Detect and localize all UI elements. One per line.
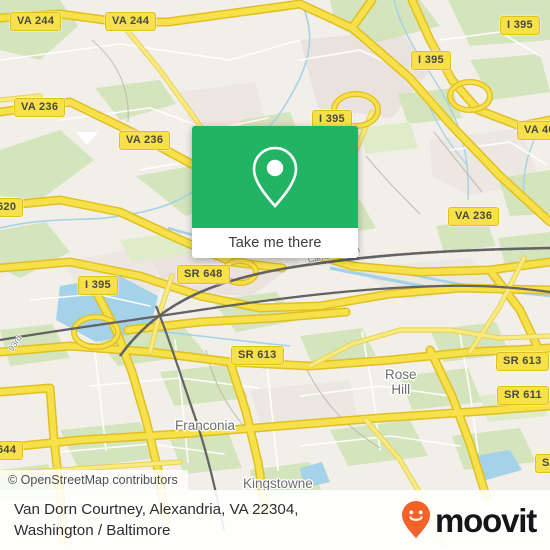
osm-attribution[interactable]: © OpenStreetMap contributors [0, 470, 188, 491]
road-shield[interactable]: VA 236 [14, 98, 66, 117]
road-shield[interactable]: 644 [0, 441, 24, 460]
place-label-rose-hill: Rose Hill [385, 367, 417, 397]
map-screenshot: .gr{fill:#cfe3b5} .grl{fill:#dfecca} .wt… [0, 0, 550, 550]
road-shield[interactable]: VA 244 [10, 12, 62, 31]
road-shield[interactable]: 620 [0, 198, 24, 217]
caption-line-1: Van Dorn Courtney, Alexandria, VA 22304, [14, 500, 299, 518]
moovit-logo[interactable]: moovit [401, 500, 537, 540]
road-shield[interactable]: VA 402 [517, 121, 550, 140]
popup-action-bar[interactable]: Take me there [192, 228, 358, 258]
map-pin-icon [252, 146, 298, 208]
caption-bar: Van Dorn Courtney, Alexandria, VA 22304,… [0, 490, 550, 550]
road-shield[interactable]: VA 244 [105, 12, 157, 31]
road-shield[interactable]: I 395 [411, 51, 451, 70]
road-shield[interactable]: SR 613 [231, 346, 284, 365]
popup-pointer-tail [76, 132, 98, 145]
road-shield[interactable]: VA 236 [119, 131, 171, 150]
take-me-there-label: Take me there [228, 235, 322, 251]
road-shield[interactable]: I 395 [78, 276, 118, 295]
moovit-wordmark: moovit [435, 501, 537, 539]
place-label-franconia: Franconia [175, 418, 236, 433]
road-shield[interactable]: SR 611 [497, 386, 549, 405]
road-shield[interactable]: SR 648 [177, 265, 230, 284]
caption-line-2: Washington / Baltimore [14, 522, 171, 539]
road-shield[interactable]: VA 236 [448, 207, 500, 226]
location-popup-card[interactable]: Take me there [192, 126, 358, 258]
location-caption: Van Dorn Courtney, Alexandria, VA 22304,… [14, 499, 299, 542]
road-shield[interactable]: I 395 [500, 16, 540, 35]
osm-attribution-text: © OpenStreetMap contributors [8, 473, 178, 487]
road-shield[interactable]: SR 613 [496, 352, 549, 371]
road-shield[interactable]: S [535, 454, 550, 473]
popup-header [192, 126, 358, 228]
place-label-kingstowne: Kingstowne [243, 476, 313, 491]
map-vector-layer: .gr{fill:#cfe3b5} .grl{fill:#dfecca} .wt… [0, 0, 550, 550]
map-canvas[interactable]: .gr{fill:#cfe3b5} .grl{fill:#dfecca} .wt… [0, 0, 550, 550]
moovit-smiley-pin-icon [402, 501, 431, 539]
